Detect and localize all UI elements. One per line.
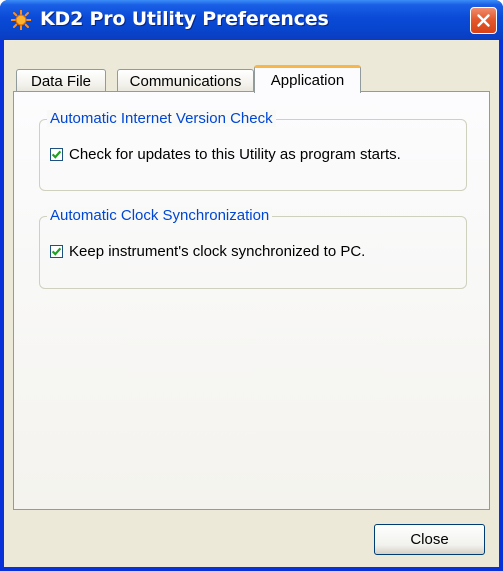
tab-data-file[interactable]: Data File [16,69,106,92]
checkmark-icon [51,150,62,159]
check-updates-checkbox[interactable]: Check for updates to this Utility as pro… [50,146,401,163]
app-sun-icon [11,10,31,30]
version-check-group: Automatic Internet Version Check Check f… [39,110,467,191]
window-title: KD2 Pro Utility Preferences [40,8,329,30]
checkmark-icon [51,247,62,256]
keep-clock-synced-checkbox[interactable]: Keep instrument's clock synchronized to … [50,243,365,260]
preferences-window: KD2 Pro Utility Preferences Data File Co… [0,0,503,571]
tab-label: Data File [30,72,92,90]
checkbox-label: Check for updates to this Utility as pro… [69,146,401,163]
group-legend: Automatic Internet Version Check [47,110,276,127]
group-legend: Automatic Clock Synchronization [47,207,273,224]
tab-panel-application: Automatic Internet Version Check Check f… [13,91,490,510]
close-button[interactable]: Close [374,524,485,555]
window-client-area: Data File Communications Application Aut… [4,40,499,567]
tab-label: Application [270,72,345,89]
tab-communications[interactable]: Communications [117,69,254,92]
close-icon [477,14,490,27]
checkbox-box[interactable] [50,148,63,161]
checkbox-label: Keep instrument's clock synchronized to … [69,243,366,260]
title-bar[interactable]: KD2 Pro Utility Preferences [0,0,503,40]
checkbox-box[interactable] [50,245,63,258]
close-button-label: Close [410,531,449,548]
tab-application[interactable]: Application [254,65,361,93]
tab-label: Communications [129,72,242,90]
window-close-button[interactable] [470,7,497,34]
clock-sync-group: Automatic Clock Synchronization Keep ins… [39,207,467,289]
